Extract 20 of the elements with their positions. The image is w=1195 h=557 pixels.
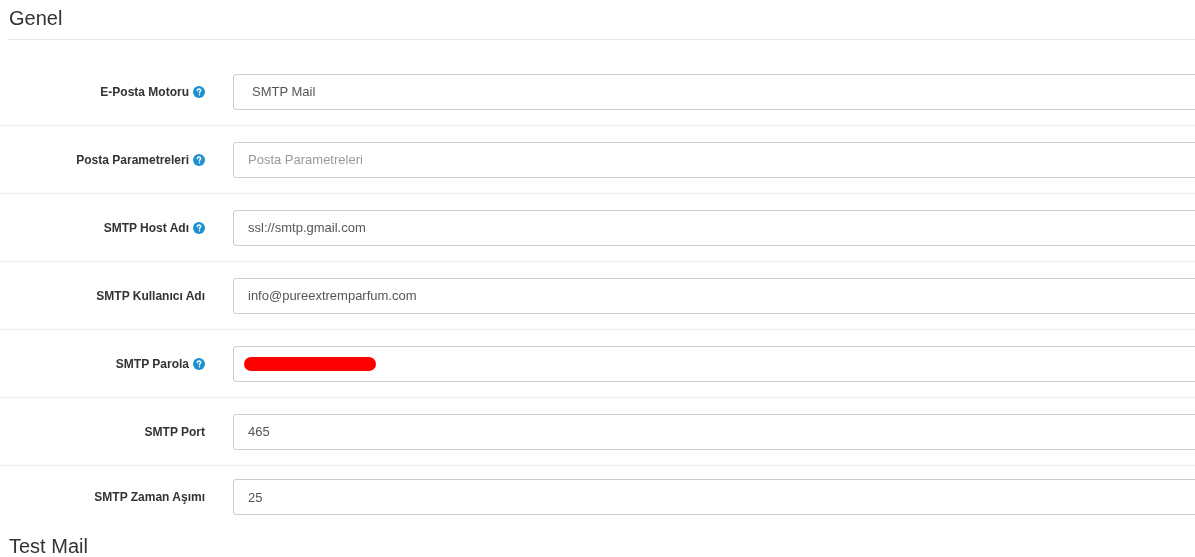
field-label: SMTP Host Adı [103, 220, 189, 235]
input-field[interactable]: 465 [233, 413, 1195, 450]
help-icon[interactable] [193, 85, 205, 98]
section-title: Genel [8, 0, 1195, 40]
input-field[interactable]: info@pureextremparfum.com [233, 277, 1195, 314]
field-label: SMTP Parola [115, 356, 189, 371]
input-field[interactable]: Posta Parametreleri [233, 141, 1195, 178]
section-title: Test Mail [8, 534, 89, 557]
input-field[interactable]: 25 [233, 479, 1195, 515]
password-field[interactable] [233, 345, 1195, 382]
input-field[interactable]: ssl://smtp.gmail.com [233, 209, 1195, 246]
field-label: Posta Parametreleri [76, 152, 189, 167]
help-icon[interactable] [193, 153, 205, 166]
field-label: SMTP Port [144, 424, 205, 439]
field-label: SMTP Kullanıcı Adı [96, 288, 205, 303]
field-label: SMTP Zaman Aşımı [94, 490, 205, 504]
select-field[interactable]: SMTP Mail [233, 73, 1195, 110]
help-icon[interactable] [193, 221, 205, 234]
field-label: E-Posta Motoru [100, 84, 189, 99]
help-icon[interactable] [193, 357, 205, 370]
